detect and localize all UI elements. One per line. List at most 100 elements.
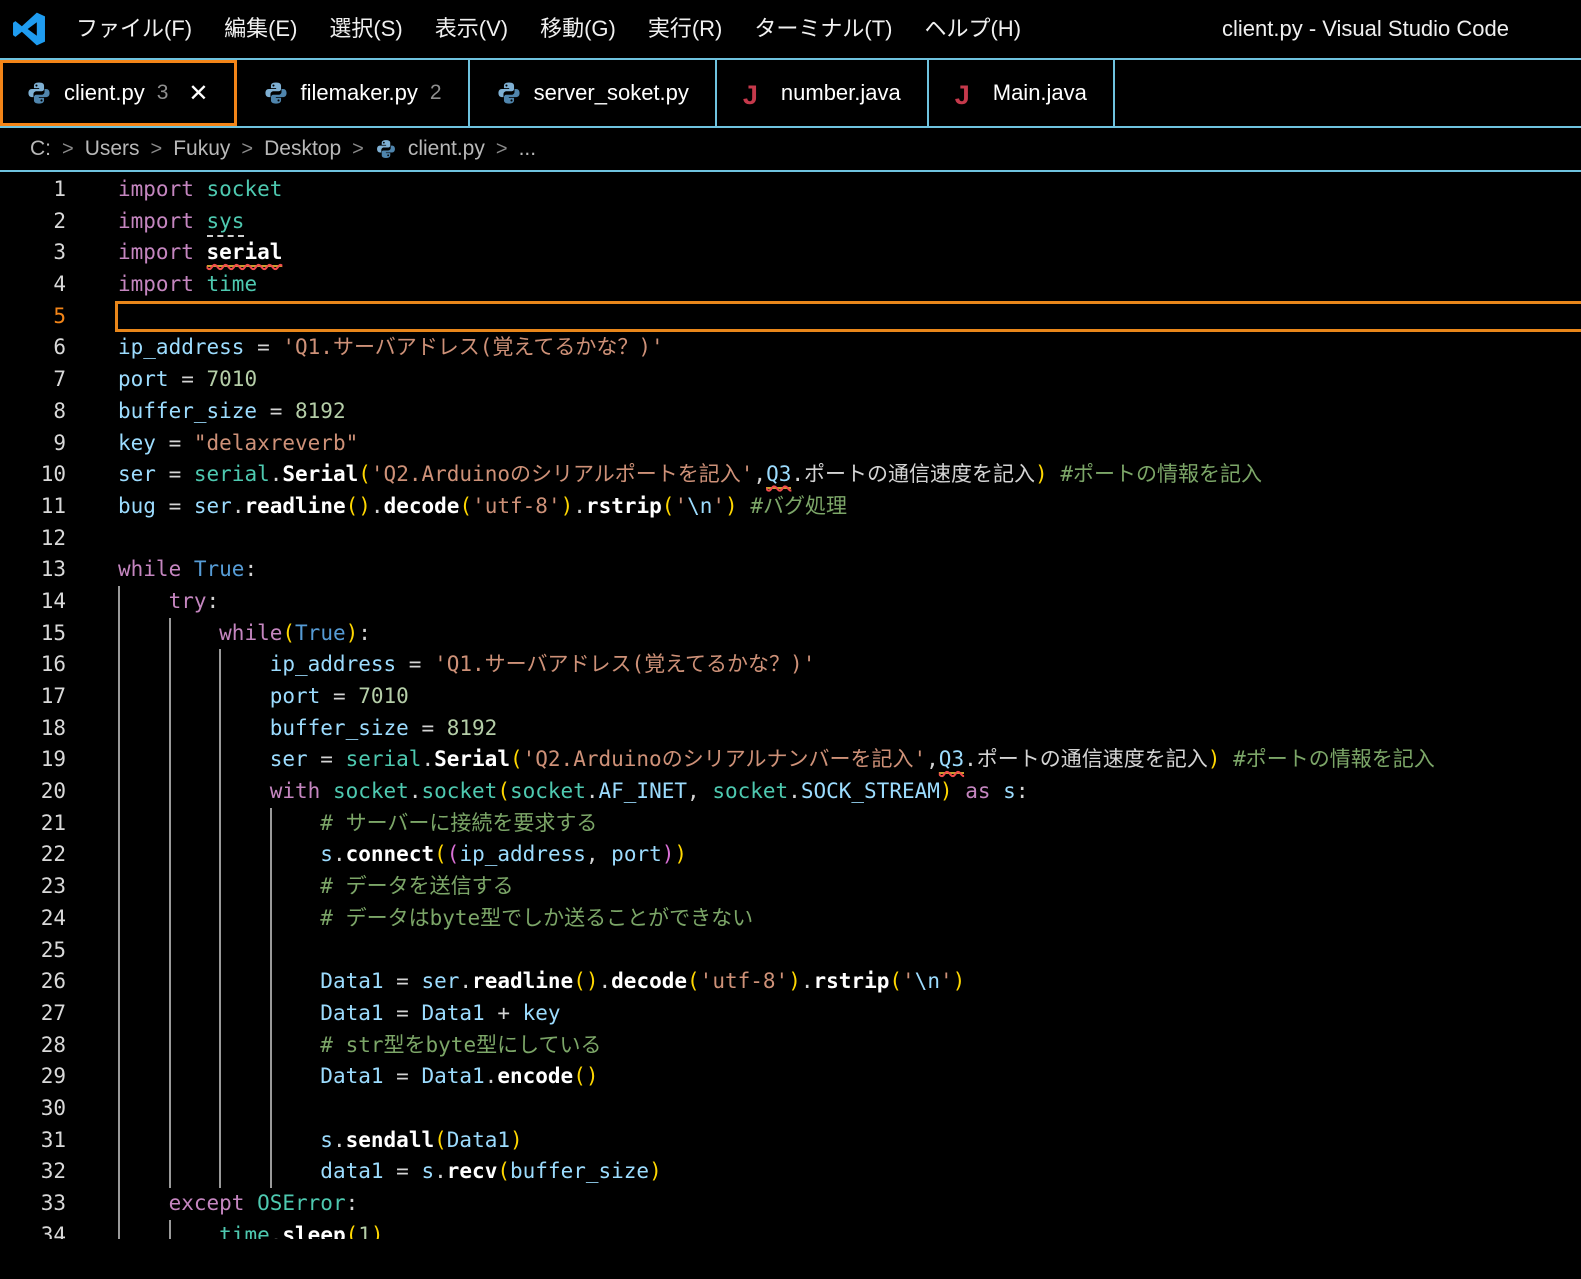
line-number[interactable]: 23 xyxy=(0,871,66,903)
code-token: socket xyxy=(333,779,409,803)
code-line-content[interactable]: s.sendall(Data1) xyxy=(118,1125,1581,1157)
code-token xyxy=(738,494,751,518)
line-number[interactable]: 12 xyxy=(0,523,66,555)
code-line-content[interactable]: data1 = s.recv(buffer_size) xyxy=(118,1156,1581,1188)
java-file-icon: J xyxy=(955,80,981,106)
line-number[interactable]: 1 xyxy=(0,174,66,206)
code-line-content[interactable]: Data1 = ser.readline().decode('utf-8').r… xyxy=(118,966,1581,998)
code-line-content[interactable]: port = 7010 xyxy=(118,681,1581,713)
line-number[interactable]: 18 xyxy=(0,713,66,745)
menu-item[interactable]: ターミナル(T) xyxy=(738,0,908,58)
breadcrumb-file[interactable]: client.py xyxy=(408,137,485,161)
breadcrumb-item[interactable]: Fukuy xyxy=(173,137,230,161)
line-number[interactable]: 17 xyxy=(0,681,66,713)
code-line-content[interactable]: key = "delaxreverb" xyxy=(118,428,1581,460)
line-number[interactable]: 30 xyxy=(0,1093,66,1125)
line-number[interactable]: 7 xyxy=(0,364,66,396)
editor[interactable]: 1 import socket 2 import sys 3 import serial 4… xyxy=(0,172,1581,1239)
code-line-content[interactable]: while True: xyxy=(118,554,1581,586)
line-number[interactable]: 8 xyxy=(0,396,66,428)
indent-guide xyxy=(118,681,120,713)
line-number[interactable]: 19 xyxy=(0,744,66,776)
line-number[interactable]: 4 xyxy=(0,269,66,301)
line-number[interactable]: 21 xyxy=(0,808,66,840)
tab-filemaker.py[interactable]: filemaker.py2 xyxy=(237,60,470,126)
menu-item[interactable]: 実行(R) xyxy=(632,0,739,58)
line-number[interactable]: 10 xyxy=(0,459,66,491)
code-line-content[interactable]: import serial xyxy=(118,237,1581,269)
code-line: 5 xyxy=(0,301,1581,333)
code-line-content[interactable]: # サーバーに接続を要求する xyxy=(118,808,1581,840)
line-number[interactable]: 6 xyxy=(0,332,66,364)
menu-item[interactable]: 編集(E) xyxy=(208,0,313,58)
code-line-content[interactable]: ip_address = 'Q1.サーバアドレス(覚えてるかな？)' xyxy=(118,332,1581,364)
code-line-content[interactable] xyxy=(118,301,1581,333)
code-line-content[interactable]: s.connect((ip_address, port)) xyxy=(118,839,1581,871)
code-token: = xyxy=(384,969,422,993)
line-number[interactable]: 27 xyxy=(0,998,66,1030)
code-token: port xyxy=(611,842,662,866)
code-line-content[interactable]: # データはbyte型でしか送ることができない xyxy=(118,903,1581,935)
menu-item[interactable]: 移動(G) xyxy=(524,0,632,58)
line-number[interactable]: 15 xyxy=(0,618,66,650)
line-number[interactable]: 13 xyxy=(0,554,66,586)
menu-item[interactable]: ヘルプ(H) xyxy=(908,0,1037,58)
tab-Main.java[interactable]: JMain.java xyxy=(929,60,1115,126)
code-line-content[interactable]: import time xyxy=(118,269,1581,301)
code-line-content[interactable]: ser = serial.Serial('Q2.Arduinoのシリアルナンバー… xyxy=(118,744,1581,776)
line-number[interactable]: 29 xyxy=(0,1061,66,1093)
breadcrumb-item[interactable]: Users xyxy=(85,137,140,161)
code-line-content[interactable]: ser = serial.Serial('Q2.Arduinoのシリアルポートを… xyxy=(118,459,1581,491)
code-line-content[interactable]: time.sleep(1) xyxy=(118,1220,1581,1239)
code-line-content[interactable]: # データを送信する xyxy=(118,871,1581,903)
line-number[interactable]: 24 xyxy=(0,903,66,935)
code-line-content[interactable] xyxy=(118,935,1581,967)
code-token: . xyxy=(801,969,814,993)
line-number[interactable]: 33 xyxy=(0,1188,66,1220)
indent-guide xyxy=(219,713,221,745)
code-line-content[interactable]: except OSError: xyxy=(118,1188,1581,1220)
line-number[interactable]: 34 xyxy=(0,1220,66,1239)
code-line-content[interactable]: buffer_size = 8192 xyxy=(118,713,1581,745)
code-line: 1 import socket xyxy=(0,174,1581,206)
code-line-content[interactable]: try: xyxy=(118,586,1581,618)
line-number[interactable]: 2 xyxy=(0,206,66,238)
code-line-content[interactable]: import sys xyxy=(118,206,1581,238)
code-line-content[interactable]: Data1 = Data1 + key xyxy=(118,998,1581,1030)
line-number[interactable]: 5 xyxy=(0,301,66,333)
code-line-content[interactable]: Data1 = Data1.encode() xyxy=(118,1061,1581,1093)
line-number[interactable]: 31 xyxy=(0,1125,66,1157)
code-line-content[interactable]: ip_address = 'Q1.サーバアドレス(覚えてるかな？)' xyxy=(118,649,1581,681)
code-line-content[interactable]: buffer_size = 8192 xyxy=(118,396,1581,428)
code-line-content[interactable]: import socket xyxy=(118,174,1581,206)
line-number[interactable]: 22 xyxy=(0,839,66,871)
breadcrumb-item[interactable]: Desktop xyxy=(264,137,341,161)
breadcrumb-tail[interactable]: ... xyxy=(519,137,537,161)
menu-item[interactable]: 選択(S) xyxy=(313,0,418,58)
breadcrumb-item[interactable]: C: xyxy=(30,137,51,161)
line-number[interactable]: 11 xyxy=(0,491,66,523)
code-line-content[interactable]: with socket.socket(socket.AF_INET, socke… xyxy=(118,776,1581,808)
code-line-content[interactable]: port = 7010 xyxy=(118,364,1581,396)
close-icon[interactable]: ✕ xyxy=(188,79,208,108)
code-token xyxy=(991,779,1004,803)
tab-server_soket.py[interactable]: server_soket.py xyxy=(470,60,717,126)
tab-client.py[interactable]: client.py3✕ xyxy=(0,60,237,126)
line-number[interactable]: 14 xyxy=(0,586,66,618)
line-number[interactable]: 3 xyxy=(0,237,66,269)
menu-item[interactable]: ファイル(F) xyxy=(60,0,208,58)
code-line-content[interactable]: # str型をbyte型にしている xyxy=(118,1030,1581,1062)
tab-number.java[interactable]: Jnumber.java xyxy=(717,60,929,126)
line-number[interactable]: 26 xyxy=(0,966,66,998)
line-number[interactable]: 16 xyxy=(0,649,66,681)
line-number[interactable]: 32 xyxy=(0,1156,66,1188)
code-line-content[interactable]: while(True): xyxy=(118,618,1581,650)
code-line-content[interactable]: bug = ser.readline().decode('utf-8').rst… xyxy=(118,491,1581,523)
code-line-content[interactable] xyxy=(118,523,1581,555)
code-line-content[interactable] xyxy=(118,1093,1581,1125)
line-number[interactable]: 20 xyxy=(0,776,66,808)
line-number[interactable]: 28 xyxy=(0,1030,66,1062)
line-number[interactable]: 25 xyxy=(0,935,66,967)
line-number[interactable]: 9 xyxy=(0,428,66,460)
menu-item[interactable]: 表示(V) xyxy=(419,0,524,58)
